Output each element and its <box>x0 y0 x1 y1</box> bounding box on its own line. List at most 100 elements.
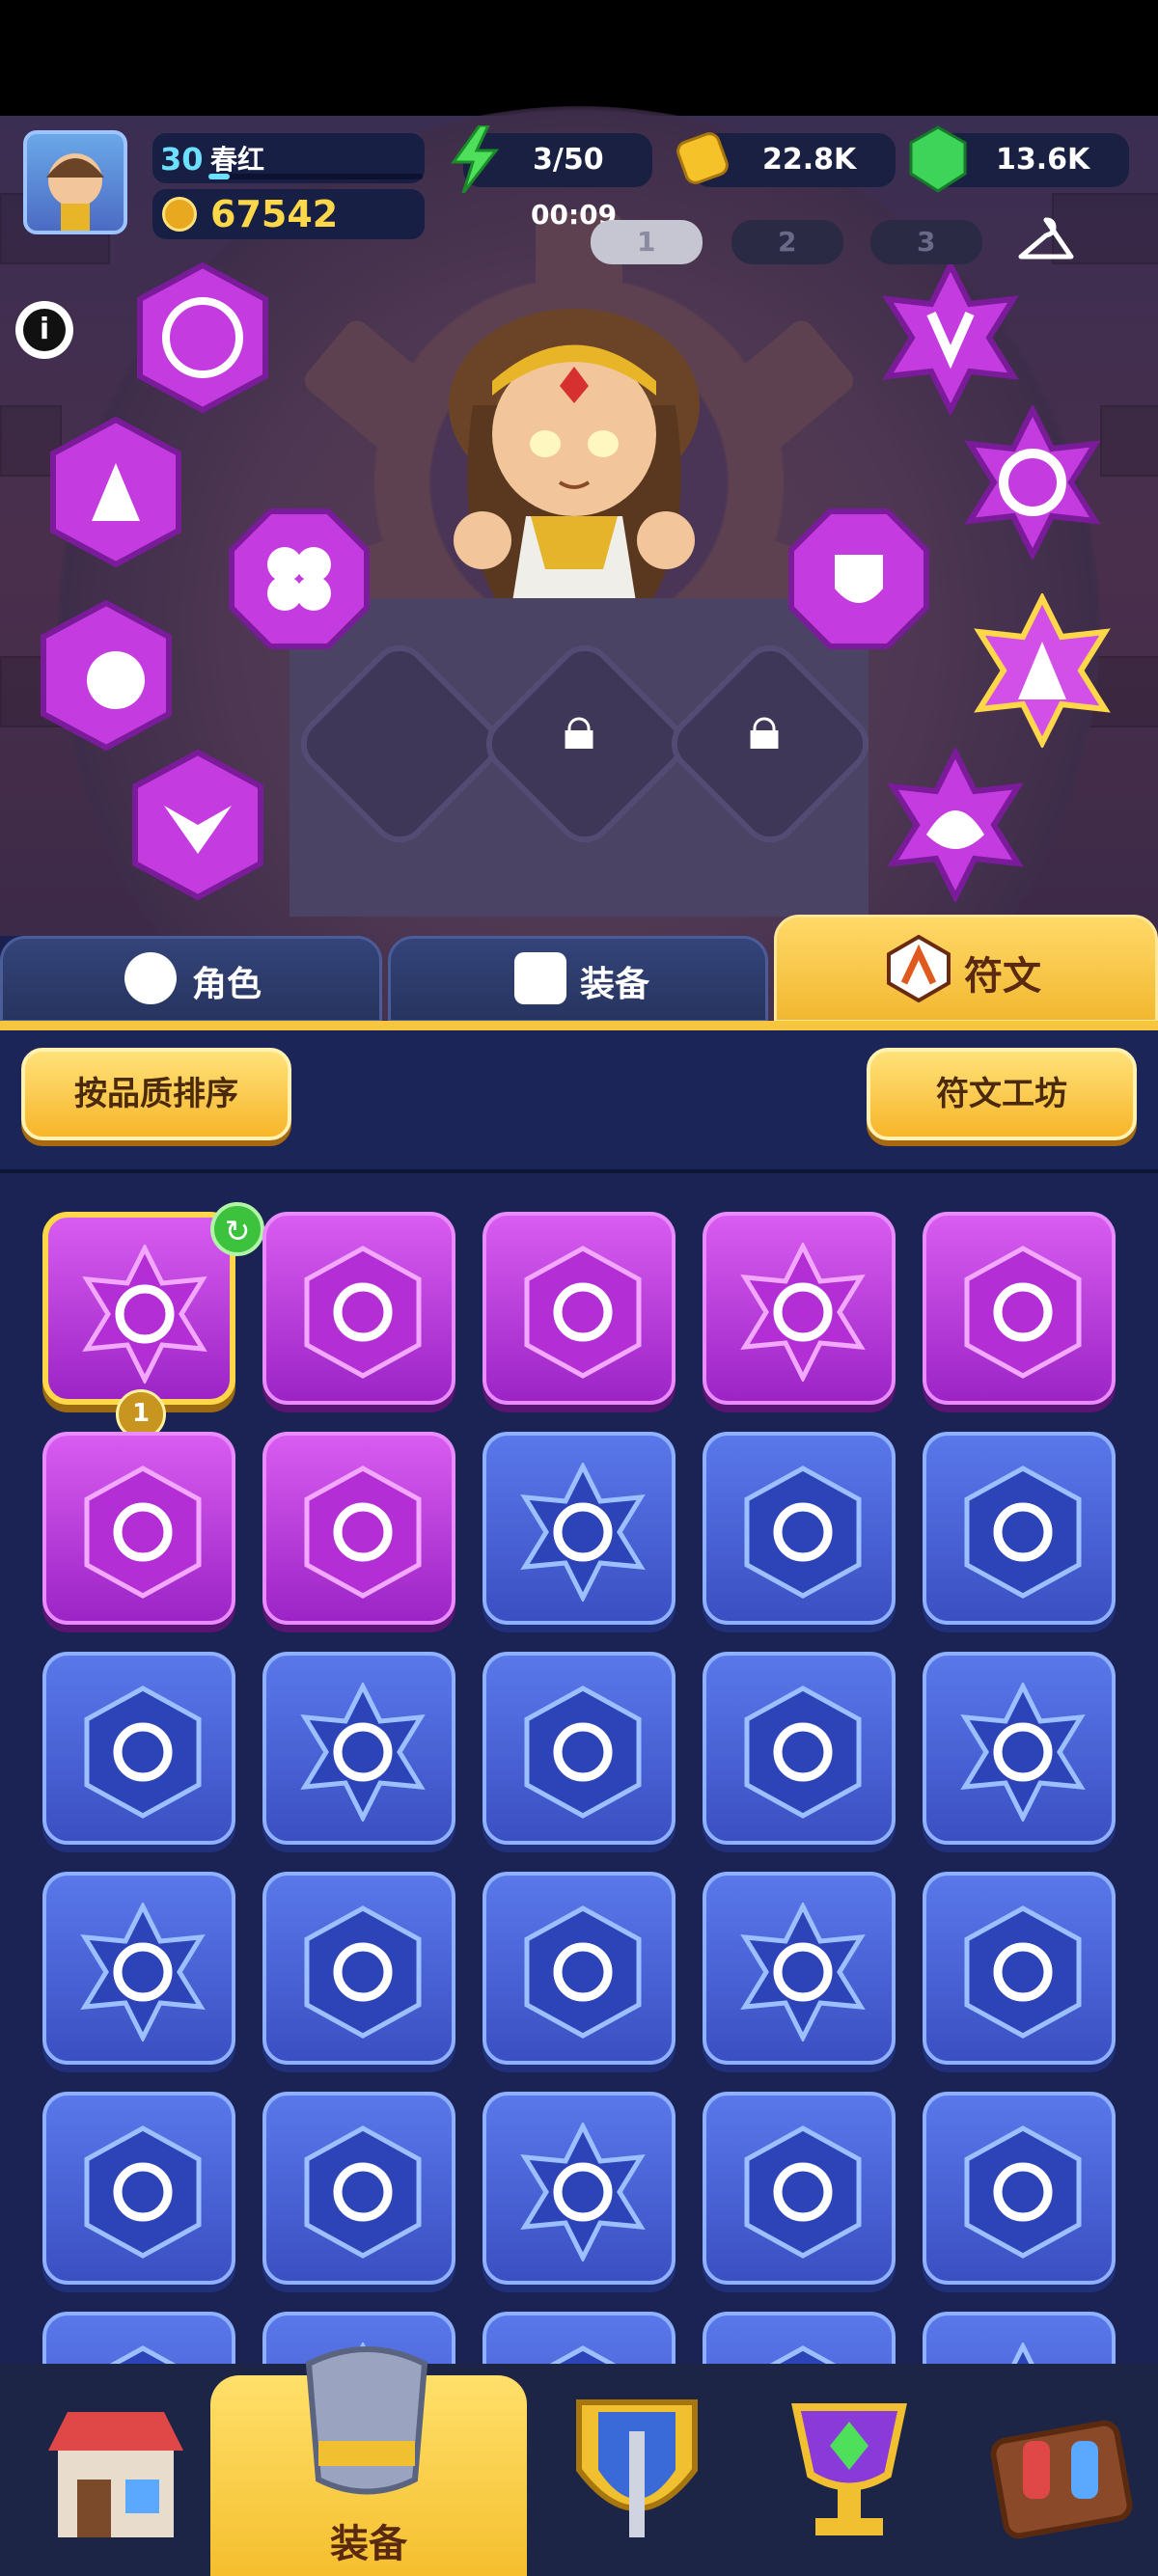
tab-label: 符文 <box>964 954 1041 999</box>
rune-cell[interactable] <box>42 1432 235 1625</box>
swap-icon[interactable]: ↻ <box>210 1202 264 1256</box>
loadout-slot-2[interactable]: 2 <box>731 220 843 264</box>
gem-amount: 13.6K <box>996 143 1090 177</box>
comet-rune-icon <box>744 1466 862 1599</box>
rune-cell[interactable] <box>923 2092 1116 2285</box>
nav-trophy[interactable] <box>772 2383 926 2557</box>
sawblade-x2-rune-icon <box>524 1685 642 1819</box>
ring-heart-rune-icon <box>964 2125 1082 2259</box>
rune-cell[interactable] <box>482 2092 676 2285</box>
hanger-icon[interactable] <box>1015 214 1077 268</box>
gems-pill[interactable]: 13.6K <box>909 125 1129 193</box>
rune-workshop-button[interactable]: 符文工坊 <box>867 1048 1137 1140</box>
lock-icon: 🔒︎ <box>562 693 596 764</box>
equipped-rune[interactable] <box>121 748 275 902</box>
xp-bar <box>208 174 423 179</box>
nav-equipment-label: 装备 <box>330 2522 407 2566</box>
coin-amount: 22.8K <box>762 143 857 177</box>
tab-label: 装备 <box>580 965 650 1004</box>
ring-rune-icon <box>744 2125 862 2259</box>
rune-cell[interactable] <box>482 1432 676 1625</box>
gem-icon <box>909 125 967 193</box>
sawblade-x2-rune-icon <box>744 1685 862 1819</box>
equipped-rune[interactable] <box>39 415 193 569</box>
loadout-slot-3[interactable]: 3 <box>870 220 982 264</box>
player-avatar[interactable] <box>23 130 127 234</box>
tab-underline <box>0 1021 1158 1030</box>
rune-toolbar: 按品质排序 符文工坊 <box>0 1030 1158 1173</box>
rune-cell[interactable] <box>703 2312 896 2370</box>
rune-cell[interactable] <box>42 2312 235 2370</box>
rune-cell[interactable] <box>703 1872 896 2065</box>
rune-cell[interactable] <box>923 1652 1116 1845</box>
saw-ring-rune-icon <box>520 1463 646 1602</box>
nav-shop[interactable] <box>39 2383 193 2557</box>
boomerang-rune-icon <box>300 1683 426 1822</box>
bow-house-rune-icon <box>524 1905 642 2039</box>
nav-events[interactable] <box>984 2383 1139 2557</box>
rune-cell[interactable] <box>703 2092 896 2285</box>
fire-burst-rune-icon <box>740 1903 866 2042</box>
armor-icon <box>514 952 566 1004</box>
equipped-rune[interactable] <box>965 593 1119 748</box>
rune-cell[interactable] <box>482 1652 676 1845</box>
comet-house-rune-icon <box>304 2125 422 2259</box>
rune-cell[interactable] <box>42 1872 235 2065</box>
equipped-rune[interactable] <box>955 405 1110 560</box>
equipped-rune[interactable] <box>222 502 376 656</box>
rune-cell[interactable] <box>703 1652 896 1845</box>
lotus-rune-icon <box>520 2123 646 2261</box>
tab-character[interactable]: 角色 <box>0 936 382 1023</box>
equipped-rune[interactable] <box>782 502 936 656</box>
comet-rune-icon <box>304 1246 422 1379</box>
tab-equipment[interactable]: 装备 <box>388 936 768 1023</box>
tab-label: 角色 <box>192 965 262 1004</box>
equipped-rune[interactable] <box>29 598 183 753</box>
rune-cell[interactable] <box>42 2092 235 2285</box>
rune-cell[interactable] <box>262 2092 455 2285</box>
gold-amount: 67542 <box>210 193 339 235</box>
rune-cell[interactable] <box>262 1872 455 2065</box>
rune-cell[interactable] <box>923 2312 1116 2370</box>
player-name: 春红 <box>210 144 265 176</box>
info-button[interactable]: i <box>15 301 73 359</box>
status-bar <box>0 0 1158 116</box>
equipped-rune[interactable] <box>873 260 1028 415</box>
dragon-rune-icon <box>964 1466 1082 1599</box>
rune-cell[interactable] <box>482 2312 676 2370</box>
energy-pill[interactable]: 3/50 <box>451 125 652 193</box>
boomerang-rune-icon <box>84 1685 202 1819</box>
rune-cell[interactable]: 1 ↻ <box>42 1202 264 1439</box>
equipped-rune[interactable] <box>878 748 1033 902</box>
sort-by-quality-button[interactable]: 按品质排序 <box>21 1048 291 1140</box>
rune-cell[interactable] <box>923 1432 1116 1625</box>
energy-icon <box>451 125 500 193</box>
rune-slot-empty[interactable] <box>289 633 510 855</box>
rune-cell[interactable] <box>262 1432 455 1625</box>
sawblade-house-rune-icon <box>80 1903 206 2042</box>
character-icon <box>124 952 177 1004</box>
nav-equipment[interactable] <box>290 2335 444 2508</box>
shield-slash-rune-icon <box>304 1466 422 1599</box>
tab-rune[interactable]: 符文 <box>774 915 1158 1023</box>
info-icon: i <box>23 309 66 351</box>
nav-heroes[interactable] <box>560 2383 714 2557</box>
rune-cell[interactable] <box>482 1212 676 1405</box>
rune-cell[interactable] <box>703 1432 896 1625</box>
rune-grid: 1 ↻ <box>0 1173 1158 2370</box>
rune-cell[interactable] <box>42 1652 235 1845</box>
rune-cell[interactable] <box>923 1212 1116 1405</box>
rune-cell[interactable] <box>262 1212 455 1405</box>
fire-clock-rune-icon <box>740 1243 866 1382</box>
fire-clock-rune-icon <box>964 1905 1082 2039</box>
rune-cell[interactable] <box>482 1872 676 2065</box>
equipped-rune[interactable] <box>125 260 280 415</box>
coins-pill[interactable]: 22.8K <box>676 132 896 187</box>
bow-rune-icon <box>304 1905 422 2039</box>
rune-cell[interactable] <box>923 1872 1116 2065</box>
sawblade-rune-icon <box>960 1683 1086 1822</box>
rune-cell[interactable] <box>262 1652 455 1845</box>
rune-cell[interactable] <box>703 1212 896 1405</box>
gold-icon <box>162 197 197 232</box>
loadout-slot-1[interactable]: 1 <box>591 220 703 264</box>
